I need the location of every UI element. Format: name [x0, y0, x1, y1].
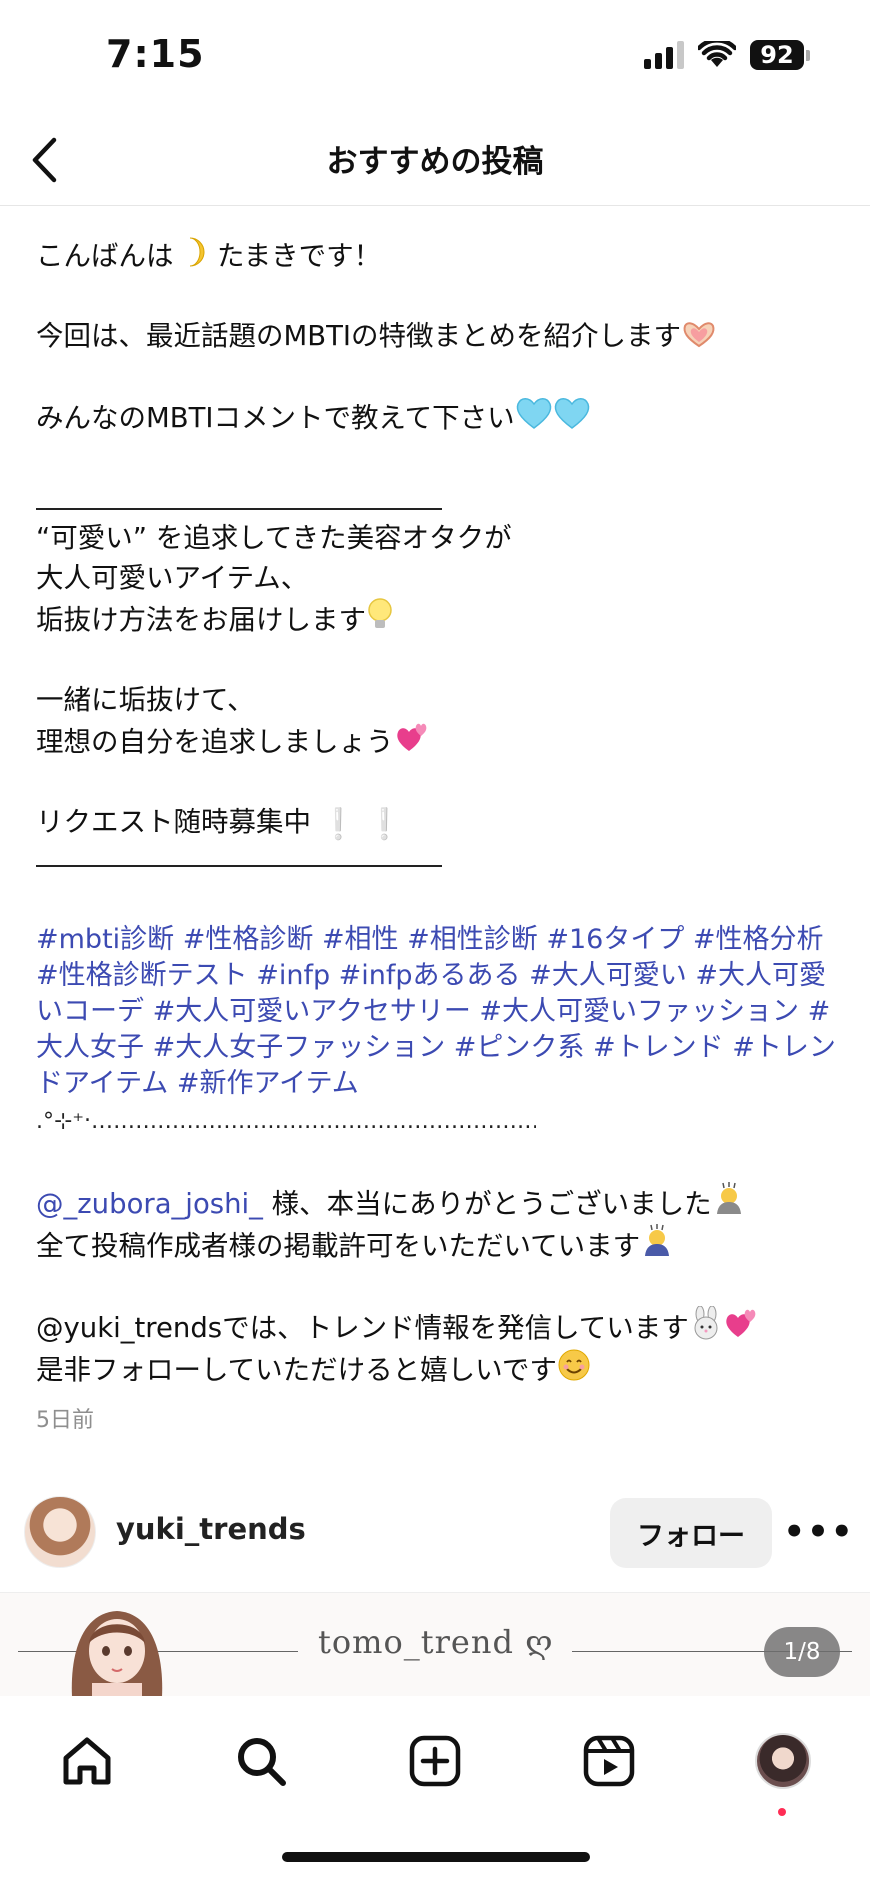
bowing-person-icon [640, 1224, 674, 1264]
caption-line: 理想の自分を追求しましょう [36, 726, 394, 758]
light-blue-heart-icon [553, 396, 591, 436]
caption-line: こんばんは [36, 240, 174, 272]
tab-reels[interactable] [574, 1726, 644, 1796]
avatar[interactable] [24, 1496, 96, 1568]
caption-line: 是非フォローしていただけると嬉しいです [36, 1354, 557, 1386]
search-icon [238, 1738, 286, 1786]
caption-line: リクエスト随時募集中 [36, 806, 311, 838]
caption-line: @yuki_trendsでは、トレンド情報を発信しています [36, 1312, 689, 1344]
status-time: 7:15 [106, 32, 205, 76]
hashtag-list[interactable]: #mbti診断 #性格診断 #相性 #相性診断 #16タイプ #性格分析 #性格… [36, 922, 836, 1102]
caption-line: 今回は、最近話題のMBTIの特徴まとめを紹介します [36, 320, 681, 352]
author-row: yuki_trends フォロー ••• [0, 1494, 870, 1574]
more-options-icon[interactable]: ••• [783, 1510, 852, 1554]
bowing-person-icon [712, 1182, 746, 1222]
preview-watermark-name: tomo_trend ღ [318, 1623, 554, 1661]
notification-dot [778, 1808, 786, 1816]
tab-home[interactable] [52, 1726, 122, 1796]
follow-button[interactable]: フォロー [610, 1498, 772, 1568]
page-title: おすすめの投稿 [326, 144, 544, 180]
illustration-portrait [71, 1611, 163, 1696]
mention-link[interactable]: @_zubora_joshi_ [36, 1188, 263, 1220]
home-icon [63, 1737, 111, 1785]
status-icons: 92 [644, 40, 810, 70]
decorative-divider: .°⊹⁺‧‥‥‥‥‥‥‥‥‥‥‥‥‥‥‥‥‥‥‥‥‥‥‥‥‥‥‥‥‥‥‥‥‥⁺ … [36, 1109, 536, 1134]
post-image-preview[interactable]: tomo_trend ღ 1/8 [0, 1592, 870, 1696]
post-caption: こんばんは たまきです！ 今回は、最近話題のMBTIの特徴まとめを紹介します み… [36, 236, 836, 1390]
caption-line: 様、本当にありがとうございました [262, 1188, 712, 1220]
profile-avatar [755, 1733, 811, 1789]
revolving-hearts-icon [723, 1306, 761, 1346]
tab-search[interactable] [226, 1726, 296, 1796]
battery-level: 92 [750, 40, 804, 70]
rabbit-face-icon [689, 1305, 723, 1346]
author-username[interactable]: yuki_trends [116, 1512, 306, 1546]
add-post-icon [409, 1735, 461, 1787]
caption-line: みんなのMBTIコメントで教えて下さい [36, 402, 515, 434]
white-exclamation-icon: ❕ [319, 807, 358, 842]
caption-line: 垢抜け方法をお届けします [36, 604, 366, 636]
light-blue-heart-icon [515, 396, 553, 436]
white-exclamation-icon: ❕ [365, 807, 404, 842]
divider-line [36, 508, 442, 510]
reels-icon [583, 1735, 635, 1787]
smiling-face-icon [557, 1348, 591, 1388]
status-bar: 7:15 92 [0, 0, 870, 110]
tab-create[interactable] [400, 1726, 470, 1796]
caption-line: 大人可愛いアイテム、 [36, 562, 309, 594]
header: おすすめの投稿 [0, 110, 870, 206]
caption-line: 全て投稿作成者様の掲載許可をいただいています [36, 1230, 641, 1262]
caption-line: たまきです！ [217, 240, 382, 272]
post-timestamp: 5日前 [36, 1408, 94, 1433]
wifi-icon [698, 41, 736, 67]
home-indicator [282, 1852, 590, 1862]
battery-icon: 92 [750, 40, 810, 70]
caption-line: 一緒に垢抜けて、 [36, 684, 255, 716]
heart-hands-icon [681, 320, 717, 354]
crescent-moon-icon [182, 236, 208, 274]
cellular-signal-icon [644, 41, 684, 69]
caption-line: “可愛い” を追求してきた美容オタクが [36, 522, 512, 554]
revolving-hearts-icon [394, 720, 432, 760]
light-bulb-icon [366, 598, 394, 638]
divider-line [36, 865, 442, 867]
carousel-page-indicator: 1/8 [764, 1627, 840, 1677]
tab-profile[interactable] [748, 1726, 818, 1796]
